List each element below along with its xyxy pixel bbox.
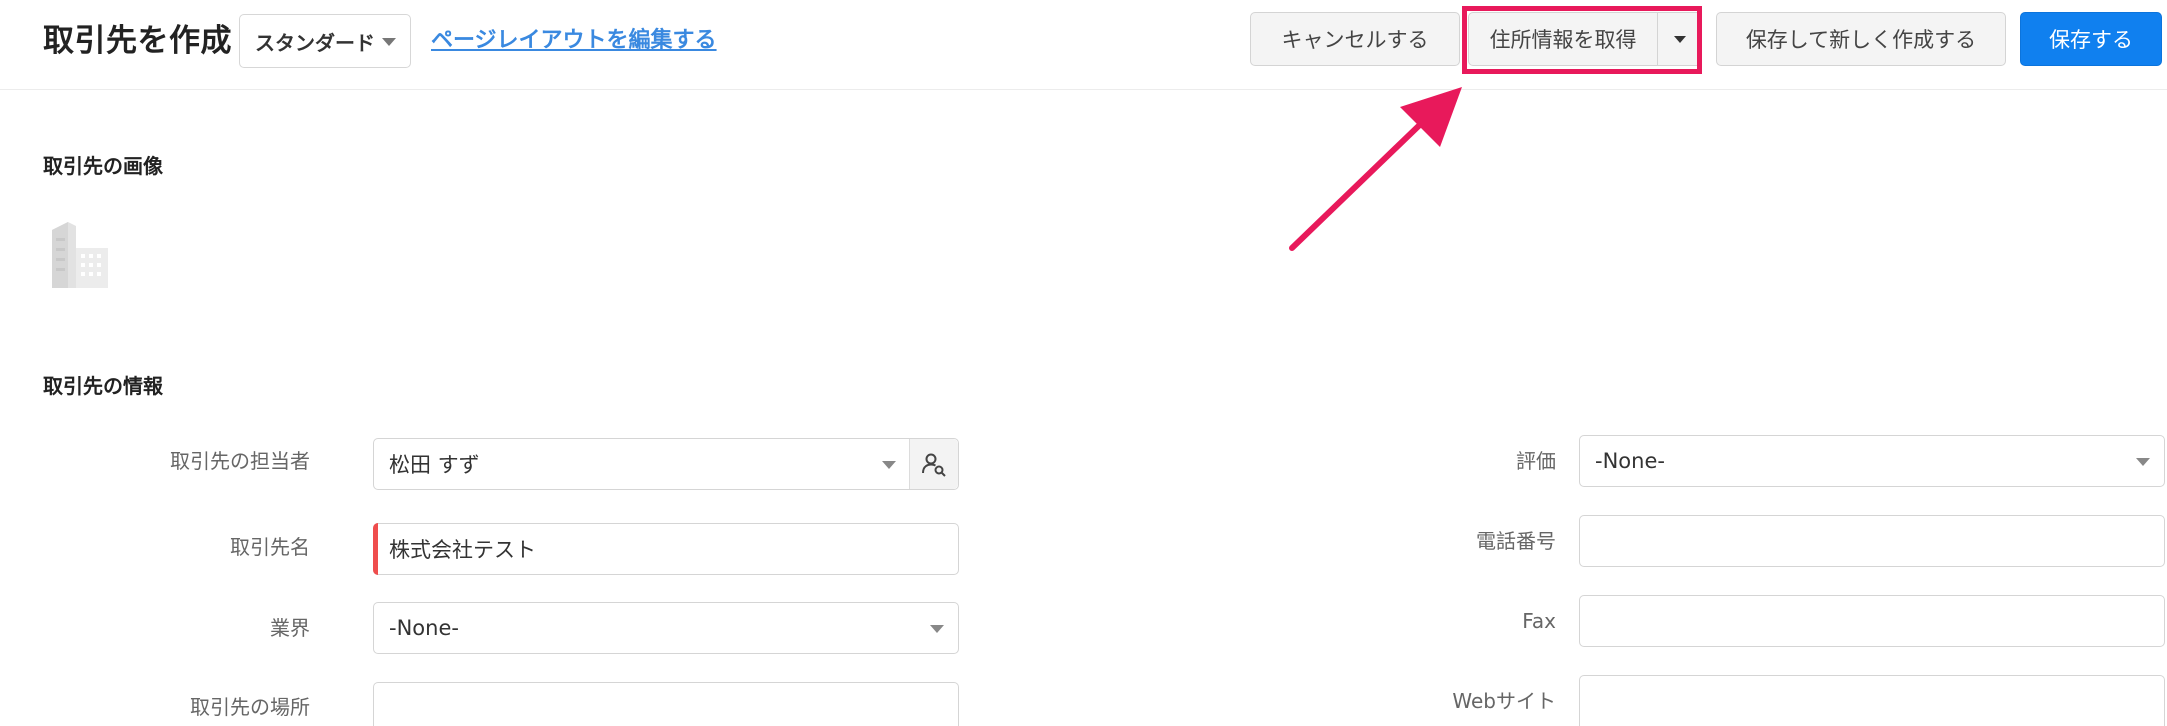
save-button[interactable]: 保存する [2020,12,2162,66]
rating-value: -None- [1595,449,1665,473]
rating-select[interactable]: -None- [1579,435,2165,487]
owner-select[interactable]: 松田 すず [373,438,959,490]
highlight-box [1462,6,1702,74]
owner-label: 取引先の担当者 [170,449,310,473]
cancel-button[interactable]: キャンセルする [1250,12,1460,66]
caret-down-icon [2136,458,2150,466]
industry-select[interactable]: -None- [373,602,959,654]
industry-value: -None- [389,616,459,640]
account-name-label: 取引先名 [230,535,310,559]
info-section-title: 取引先の情報 [43,374,163,398]
caret-down-icon [930,625,944,633]
fax-label: Fax [1522,609,1556,633]
caret-down-icon [882,461,896,469]
rating-label: 評価 [1516,449,1556,473]
fax-input[interactable] [1579,595,2165,647]
required-indicator [373,523,378,575]
phone-label: 電話番号 [1476,529,1556,553]
user-search-icon[interactable] [909,439,958,489]
edit-layout-link[interactable]: ページレイアウトを編集する [431,22,717,60]
owner-value: 松田 すず [389,453,480,477]
phone-input[interactable] [1579,515,2165,567]
building-icon[interactable] [48,218,112,292]
account-site-input[interactable] [373,682,959,726]
website-label: Webサイト [1452,689,1556,713]
industry-label: 業界 [270,616,310,640]
account-name-value: 株式会社テスト [389,538,536,562]
account-name-input[interactable]: 株式会社テスト [373,523,959,575]
arrow-icon [1289,87,1462,251]
image-section-title: 取引先の画像 [43,154,163,178]
caret-down-icon [382,38,396,46]
header-divider [0,89,2167,90]
layout-select-value: スタンダード [255,30,375,55]
website-input[interactable] [1579,675,2165,726]
layout-select[interactable]: スタンダード [239,14,411,68]
save-and-new-button[interactable]: 保存して新しく作成する [1716,12,2006,66]
account-site-label: 取引先の場所 [190,695,310,719]
page-title: 取引先を作成 [43,23,232,59]
